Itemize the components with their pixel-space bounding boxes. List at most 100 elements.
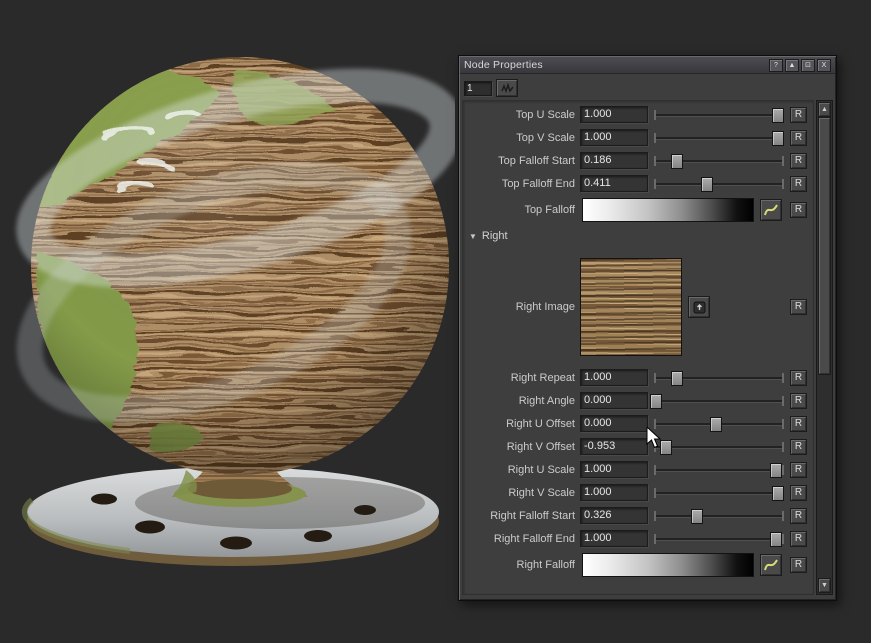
slider-handle[interactable]	[660, 440, 672, 455]
material-preview	[0, 0, 455, 638]
gradient-strip[interactable]	[582, 198, 754, 222]
reset-button[interactable]: R	[790, 202, 807, 218]
panel-toolbar	[464, 79, 518, 97]
section-label: Right	[482, 230, 508, 242]
property-label: Right Falloff	[463, 559, 580, 571]
property-row: Right U Offset0.000 R	[463, 412, 813, 435]
envelope-button[interactable]	[760, 199, 782, 221]
value-input[interactable]: 1.000	[580, 484, 648, 501]
property-label: Right Falloff End	[463, 533, 580, 545]
value-input[interactable]: 1.000	[580, 106, 648, 123]
value-input[interactable]: 0.411	[580, 175, 648, 192]
property-label: Right U Offset	[463, 418, 580, 430]
slider-handle[interactable]	[772, 131, 784, 146]
reset-button[interactable]: R	[790, 462, 807, 478]
reset-button[interactable]: R	[790, 176, 807, 192]
node-index-input[interactable]	[464, 81, 492, 96]
property-label: Top V Scale	[463, 132, 580, 144]
scrollbar[interactable]: ▲ ▼	[816, 100, 833, 595]
reset-button[interactable]: R	[790, 439, 807, 455]
property-label: Right U Scale	[463, 464, 580, 476]
value-input[interactable]: 0.326	[580, 507, 648, 524]
slider[interactable]	[653, 484, 785, 501]
restore-button[interactable]: ⊡	[801, 59, 815, 72]
slider[interactable]	[653, 461, 785, 478]
property-row: Right Falloff End1.000 R	[463, 527, 813, 550]
property-row: Right V Scale1.000R	[463, 481, 813, 504]
reset-button[interactable]: R	[790, 416, 807, 432]
image-thumbnail[interactable]	[580, 258, 682, 356]
reset-button[interactable]: R	[790, 370, 807, 386]
property-row: Top U Scale1.000R	[463, 103, 813, 126]
slider-handle[interactable]	[770, 532, 782, 547]
slider[interactable]	[653, 369, 785, 386]
slider[interactable]	[653, 106, 785, 123]
close-button[interactable]: X	[817, 59, 831, 72]
value-input[interactable]: 1.000	[580, 129, 648, 146]
slider[interactable]	[653, 415, 785, 432]
section-header[interactable]: ▼ Right	[463, 224, 813, 248]
property-row: Right U Scale1.000 R	[463, 458, 813, 481]
slider-track	[654, 469, 784, 471]
value-input[interactable]: 1.000	[580, 369, 648, 386]
property-label: Right Repeat	[463, 372, 580, 384]
reset-button[interactable]: R	[790, 485, 807, 501]
reset-button[interactable]: R	[790, 557, 807, 573]
slider-handle[interactable]	[770, 463, 782, 478]
slider-track	[654, 183, 784, 185]
reset-button[interactable]: R	[790, 299, 807, 315]
reset-button[interactable]: R	[790, 153, 807, 169]
reset-button[interactable]: R	[790, 393, 807, 409]
slider-track	[654, 538, 784, 540]
value-input[interactable]: 1.000	[580, 530, 648, 547]
value-input[interactable]: 1.000	[580, 461, 648, 478]
preview-render	[0, 0, 455, 638]
help-button[interactable]: ?	[769, 59, 783, 72]
slider-handle[interactable]	[701, 177, 713, 192]
slider[interactable]	[653, 152, 785, 169]
slider[interactable]	[653, 530, 785, 547]
slider-handle[interactable]	[650, 394, 662, 409]
slider-track	[654, 114, 784, 116]
reset-button[interactable]: R	[790, 130, 807, 146]
slider-track	[654, 515, 784, 517]
slider-handle[interactable]	[691, 509, 703, 524]
property-row: Right ImageR	[463, 248, 813, 366]
slider[interactable]	[653, 438, 785, 455]
slider[interactable]	[653, 129, 785, 146]
slider-handle[interactable]	[710, 417, 722, 432]
application-window: Node Properties ? ▲ ⊡ X Top U Scale1.000…	[0, 0, 871, 638]
reset-button[interactable]: R	[790, 107, 807, 123]
gradient-strip[interactable]	[582, 553, 754, 577]
property-row: Top V Scale1.000 R	[463, 126, 813, 149]
scroll-thumb[interactable]	[818, 117, 831, 375]
scroll-down-button[interactable]: ▼	[818, 578, 831, 593]
scroll-up-button[interactable]: ▲	[818, 102, 831, 117]
section-collapse-icon: ▼	[469, 232, 477, 241]
node-properties-window: Node Properties ? ▲ ⊡ X Top U Scale1.000…	[458, 55, 837, 601]
value-input[interactable]: -0.953	[580, 438, 648, 455]
property-label: Right V Offset	[463, 441, 580, 453]
slider[interactable]	[653, 175, 785, 192]
reset-button[interactable]: R	[790, 508, 807, 524]
value-input[interactable]: 0.186	[580, 152, 648, 169]
value-input[interactable]: 0.000	[580, 392, 648, 409]
property-label: Top Falloff End	[463, 178, 580, 190]
slider[interactable]	[653, 507, 785, 524]
envelope-curve-icon	[764, 558, 778, 572]
image-load-button[interactable]	[688, 296, 710, 318]
value-input[interactable]: 0.000	[580, 415, 648, 432]
image-thumb-group	[580, 258, 710, 356]
envelope-button[interactable]	[760, 554, 782, 576]
reset-button[interactable]: R	[790, 531, 807, 547]
slider-handle[interactable]	[772, 486, 784, 501]
slider-handle[interactable]	[671, 154, 683, 169]
rollup-button[interactable]: ▲	[785, 59, 799, 72]
property-row: Right Falloff R	[463, 550, 813, 579]
slider[interactable]	[653, 392, 785, 409]
slider-handle[interactable]	[671, 371, 683, 386]
titlebar[interactable]: Node Properties ? ▲ ⊡ X	[460, 57, 835, 74]
properties-list: Top U Scale1.000RTop V Scale1.000RTop Fa…	[462, 100, 814, 595]
edit-graph-button[interactable]	[496, 79, 518, 97]
slider-handle[interactable]	[772, 108, 784, 123]
